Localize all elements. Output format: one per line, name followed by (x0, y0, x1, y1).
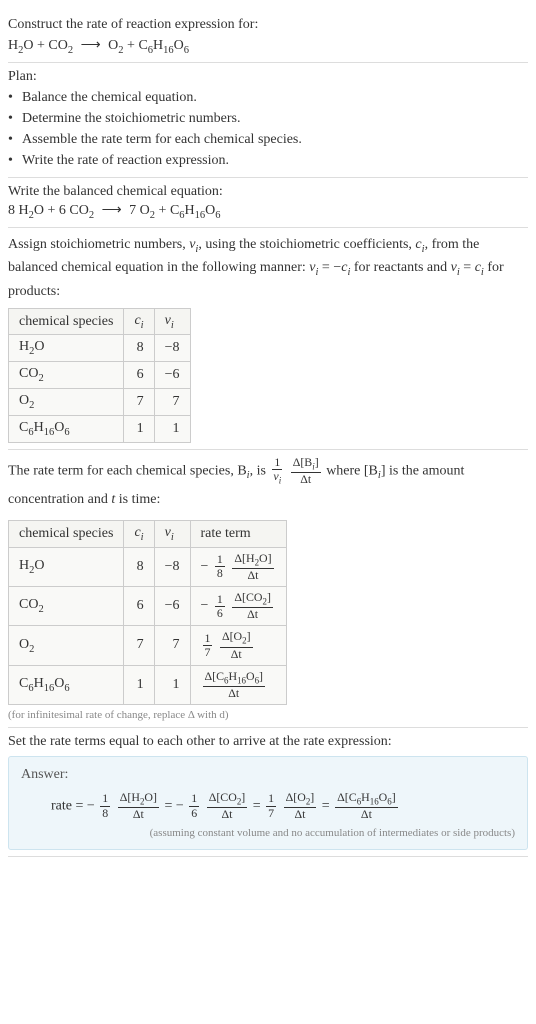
reaction-arrow-icon: ⟶ (81, 37, 101, 54)
rate-table: chemical species ci νi rate term H2O 8 −… (8, 520, 287, 705)
plan-heading: Plan: (8, 69, 528, 85)
unbalanced-equation: H2O + CO2 ⟶ O2 + C6H16O6 (8, 37, 528, 56)
plan-item-text: Write the rate of reaction expression. (22, 150, 229, 171)
eq-text: 8 H (8, 203, 29, 218)
cell-species: C6H16O6 (9, 415, 124, 442)
reaction-arrow-icon: ⟶ (102, 202, 122, 219)
cell-ci: 1 (124, 665, 154, 704)
cell-ci: 6 (124, 362, 154, 389)
cell-species: CO2 (9, 362, 124, 389)
plan-list: •Balance the chemical equation. •Determi… (8, 87, 528, 171)
col-rate: rate term (190, 520, 286, 547)
col-species: chemical species (9, 520, 124, 547)
plan-item-text: Balance the chemical equation. (22, 87, 197, 108)
balanced-heading: Write the balanced chemical equation: (8, 184, 528, 200)
rate-footnote: (for infinitesimal rate of change, repla… (8, 709, 528, 721)
rate-term-section: The rate term for each chemical species,… (8, 450, 528, 728)
col-nui: νi (154, 520, 190, 547)
rate-term-text: The rate term for each chemical species,… (8, 456, 528, 514)
cell-ci: 7 (124, 389, 154, 416)
cell-nui: −8 (154, 335, 190, 362)
cell-species: O2 (9, 626, 124, 665)
fraction: Δ[Bi]Δt (291, 456, 321, 486)
cell-nui: 7 (154, 626, 190, 665)
plan-item-text: Assemble the rate term for each chemical… (22, 129, 302, 150)
table-header-row: chemical species ci νi (9, 308, 191, 335)
col-ci: ci (124, 308, 154, 335)
answer-equation: rate = − 18 Δ[H2O]Δt = − 16 Δ[CO2]Δt = 1… (21, 791, 515, 821)
col-species: chemical species (9, 308, 124, 335)
final-heading: Set the rate terms equal to each other t… (8, 734, 528, 750)
cell-nui: 1 (154, 415, 190, 442)
bullet-icon: • (8, 129, 18, 150)
answer-box: Answer: rate = − 18 Δ[H2O]Δt = − 16 Δ[CO… (8, 756, 528, 850)
table-row: O2 7 7 17 Δ[O2]Δt (9, 626, 287, 665)
cell-rate: − 16 Δ[CO2]Δt (190, 587, 286, 626)
prompt-heading: Construct the rate of reaction expressio… (8, 14, 528, 35)
answer-label: Answer: (21, 767, 515, 783)
table-row: CO2 6 −6 (9, 362, 191, 389)
stoich-text: Assign stoichiometric numbers, νi, using… (8, 234, 528, 302)
table-row: H2O 8 −8 − 18 Δ[H2O]Δt (9, 547, 287, 586)
cell-species: CO2 (9, 587, 124, 626)
fraction: 1νi (271, 456, 283, 486)
cell-ci: 7 (124, 626, 154, 665)
cell-species: H2O (9, 547, 124, 586)
prompt-section: Construct the rate of reaction expressio… (8, 8, 528, 63)
table-header-row: chemical species ci νi rate term (9, 520, 287, 547)
cell-rate: Δ[C6H16O6]Δt (190, 665, 286, 704)
list-item: •Write the rate of reaction expression. (8, 150, 528, 171)
stoich-section: Assign stoichiometric numbers, νi, using… (8, 228, 528, 450)
plan-item-text: Determine the stoichiometric numbers. (22, 108, 241, 129)
plan-section: Plan: •Balance the chemical equation. •D… (8, 63, 528, 178)
cell-species: H2O (9, 335, 124, 362)
cell-rate: 17 Δ[O2]Δt (190, 626, 286, 665)
table-row: C6H16O6 1 1 Δ[C6H16O6]Δt (9, 665, 287, 704)
eq-text: 7 O (129, 203, 150, 218)
cell-ci: 6 (124, 587, 154, 626)
cell-species: C6H16O6 (9, 665, 124, 704)
table-row: C6H16O6 1 1 (9, 415, 191, 442)
table-row: O2 7 7 (9, 389, 191, 416)
cell-nui: −6 (154, 587, 190, 626)
cell-nui: 7 (154, 389, 190, 416)
cell-rate: − 18 Δ[H2O]Δt (190, 547, 286, 586)
cell-ci: 8 (124, 547, 154, 586)
eq-lhs: H2O + CO2 (8, 38, 73, 53)
list-item: •Assemble the rate term for each chemica… (8, 129, 528, 150)
cell-nui: −6 (154, 362, 190, 389)
cell-nui: 1 (154, 665, 190, 704)
col-ci: ci (124, 520, 154, 547)
stoich-table: chemical species ci νi H2O 8 −8 CO2 6 −6… (8, 308, 191, 443)
balanced-equation: 8 H2O + 6 CO2 ⟶ 7 O2 + C6H16O6 (8, 202, 528, 221)
answer-note: (assuming constant volume and no accumul… (21, 827, 515, 839)
balanced-section: Write the balanced chemical equation: 8 … (8, 178, 528, 228)
eq-text: + C (155, 203, 179, 218)
list-item: •Determine the stoichiometric numbers. (8, 108, 528, 129)
cell-ci: 1 (124, 415, 154, 442)
table-row: CO2 6 −6 − 16 Δ[CO2]Δt (9, 587, 287, 626)
bullet-icon: • (8, 108, 18, 129)
cell-species: O2 (9, 389, 124, 416)
bullet-icon: • (8, 87, 18, 108)
eq-rhs: O2 + C6H16O6 (108, 38, 189, 53)
eq-text: O + 6 CO (34, 203, 89, 218)
cell-ci: 8 (124, 335, 154, 362)
cell-nui: −8 (154, 547, 190, 586)
final-section: Set the rate terms equal to each other t… (8, 728, 528, 857)
bullet-icon: • (8, 150, 18, 171)
col-nui: νi (154, 308, 190, 335)
table-row: H2O 8 −8 (9, 335, 191, 362)
list-item: •Balance the chemical equation. (8, 87, 528, 108)
